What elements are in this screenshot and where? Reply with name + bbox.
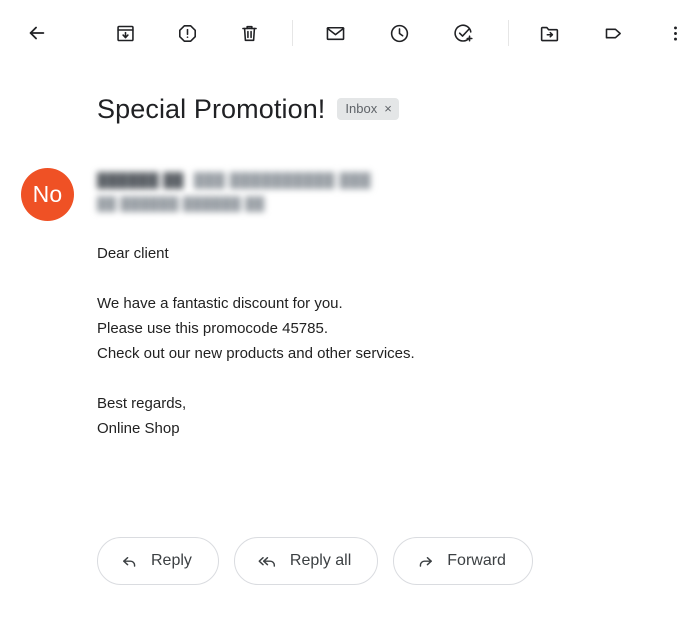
avatar: No xyxy=(21,168,74,221)
add-to-tasks-button[interactable] xyxy=(441,11,485,55)
reply-all-button[interactable]: Reply all xyxy=(233,537,379,585)
body-line-2: Please use this promocode 45785. xyxy=(97,320,328,337)
labels-button[interactable] xyxy=(591,11,635,55)
recipient-redacted: ██ ██████ ██████ ██ xyxy=(97,196,265,211)
forward-button-label: Forward xyxy=(447,552,506,569)
toolbar-divider-1 xyxy=(292,20,293,46)
arrow-left-icon xyxy=(26,22,48,44)
sender-name-text: ██████ ██ xyxy=(97,172,184,188)
body-spacer-1 xyxy=(97,266,637,291)
sender-details: ██████ ██ ███ ██████████ ███ ██ ██████ ██… xyxy=(97,172,397,212)
delete-button[interactable] xyxy=(227,11,271,55)
folder-move-icon xyxy=(539,23,560,44)
sender-email-text: ███ ██████████ ███ xyxy=(193,172,372,188)
toolbar-divider-2 xyxy=(508,20,509,46)
page-title: Special Promotion! xyxy=(97,94,326,124)
trash-icon xyxy=(239,23,260,44)
report-spam-button[interactable] xyxy=(165,11,209,55)
envelope-icon xyxy=(325,23,346,44)
email-action-buttons: Reply Reply all Forward xyxy=(97,537,533,585)
email-toolbar xyxy=(0,0,684,66)
reply-button[interactable]: Reply xyxy=(97,537,219,585)
mark-unread-button[interactable] xyxy=(313,11,357,55)
back-button[interactable] xyxy=(15,11,59,55)
report-spam-icon xyxy=(177,23,198,44)
subject-row: Special Promotion! Inbox × xyxy=(97,92,399,126)
body-signature: Online Shop xyxy=(97,420,180,437)
reply-all-button-label: Reply all xyxy=(289,552,352,569)
more-options-button[interactable] xyxy=(653,11,684,55)
snooze-button[interactable] xyxy=(377,11,421,55)
email-body: Dear client We have a fantastic discount… xyxy=(97,241,637,441)
sender-name-redacted: ██████ ██ ███ ██████████ ███ xyxy=(97,172,397,189)
reply-button-label: Reply xyxy=(151,552,192,569)
body-signoff: Best regards, xyxy=(97,395,187,412)
close-icon[interactable]: × xyxy=(384,102,392,115)
status-badge[interactable]: Inbox × xyxy=(337,98,399,120)
move-to-button[interactable] xyxy=(527,11,571,55)
archive-button[interactable] xyxy=(103,11,147,55)
clock-icon xyxy=(389,23,410,44)
body-line-3: Check out our new products and other ser… xyxy=(97,345,415,362)
label-chip-text: Inbox xyxy=(345,101,378,116)
reply-all-arrow-icon xyxy=(257,552,278,571)
check-circle-plus-icon xyxy=(453,23,474,44)
label-tag-icon xyxy=(603,23,624,44)
kebab-menu-icon xyxy=(665,23,684,44)
reply-arrow-icon xyxy=(120,552,139,571)
body-greeting: Dear client xyxy=(97,245,169,262)
forward-arrow-icon xyxy=(416,552,435,571)
body-line-1: We have a fantastic discount for you. xyxy=(97,295,343,312)
archive-icon xyxy=(115,23,136,44)
forward-button[interactable]: Forward xyxy=(393,537,533,585)
body-spacer-2 xyxy=(97,366,637,391)
